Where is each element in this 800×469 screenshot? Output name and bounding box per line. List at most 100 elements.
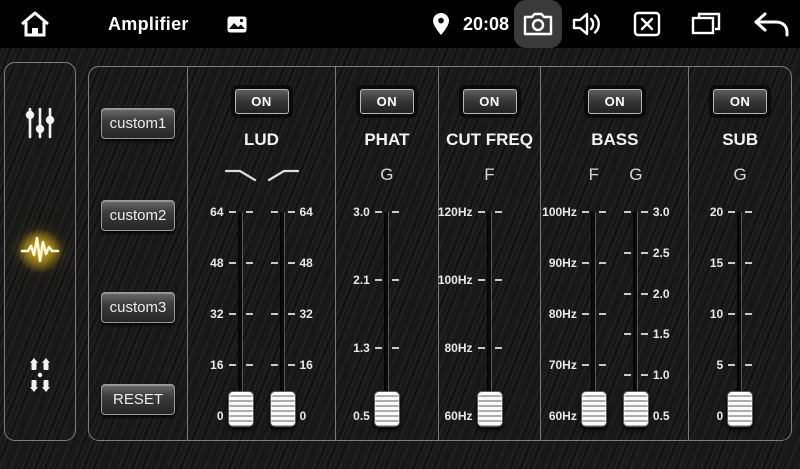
tick-mark <box>624 293 631 295</box>
phat-fader-1: 3.02.11.30.5 <box>366 205 408 438</box>
close-app-icon[interactable] <box>631 0 663 48</box>
tick-mark <box>288 364 295 366</box>
tick-mark <box>229 262 236 264</box>
tick-mark <box>641 333 648 335</box>
lud-fader-1-thumb[interactable] <box>228 391 254 427</box>
sidebar-item-speaker-setup[interactable] <box>18 355 62 399</box>
reset-button[interactable]: RESET <box>101 384 175 415</box>
tick-mark <box>375 211 382 213</box>
tick-mark <box>478 347 485 349</box>
lud-on-button[interactable]: ON <box>235 89 289 114</box>
home-icon[interactable] <box>16 0 54 48</box>
tick-mark <box>599 313 606 315</box>
lud-title: LUD <box>244 129 279 151</box>
tick-label: 15 <box>710 255 723 271</box>
tick-mark <box>582 313 589 315</box>
tick-mark <box>728 211 735 213</box>
tick-label: 80Hz <box>444 340 472 356</box>
tick-label: 3.0 <box>353 204 370 220</box>
lud-fader-2-thumb[interactable] <box>270 391 296 427</box>
tick-mark <box>246 211 253 213</box>
page-title: Amplifier <box>108 0 189 48</box>
bass-section: ONBASSFG100Hz90Hz80Hz70Hz60Hz3.02.52.01.… <box>540 67 688 440</box>
cut-freq-fader-1-thumb[interactable] <box>477 391 503 427</box>
cut-freq-on-button[interactable]: ON <box>463 89 517 114</box>
tick-mark <box>728 364 735 366</box>
lud-fader-1-track[interactable] <box>239 212 242 416</box>
tick-mark <box>641 293 648 295</box>
bass-fader-2-track[interactable] <box>634 212 637 416</box>
tick-mark <box>246 313 253 315</box>
tick-mark <box>641 252 648 254</box>
tick-mark <box>288 313 295 315</box>
tick-mark <box>392 211 399 213</box>
sub-sub-label: G <box>719 164 761 186</box>
bass-fader-1-track[interactable] <box>592 212 595 416</box>
lud-mid-row <box>220 164 304 186</box>
lud-fader-2-track[interactable] <box>281 212 284 416</box>
phat-mid-row: G <box>366 164 408 186</box>
bass-fader-2-thumb[interactable] <box>623 391 649 427</box>
lud-fader-1: 644832160 <box>220 205 262 438</box>
tick-label: 1.5 <box>653 326 670 342</box>
volume-icon[interactable] <box>570 0 604 48</box>
phat-faders: 3.02.11.30.5 <box>366 205 408 438</box>
lud-section: ONLUD644832160644832160 <box>187 67 335 440</box>
tick-label: 48 <box>300 255 313 271</box>
top-status-bar: Amplifier 20:08 <box>0 0 800 48</box>
tick-label: 3.0 <box>653 204 670 220</box>
cut-freq-mid-row: F <box>469 164 511 186</box>
tick-mark <box>392 347 399 349</box>
tick-label: 1.3 <box>353 340 370 356</box>
tick-mark <box>624 252 631 254</box>
tick-mark <box>246 364 253 366</box>
cut-freq-faders: 120Hz100Hz80Hz60Hz <box>469 205 511 438</box>
bass-fader-1-thumb[interactable] <box>581 391 607 427</box>
back-icon[interactable] <box>750 0 792 48</box>
custom3-button[interactable]: custom3 <box>101 292 175 323</box>
tick-label: 5 <box>716 357 723 373</box>
phat-fader-1-track[interactable] <box>385 212 388 416</box>
bass-mid-row: FG <box>573 164 657 186</box>
photo-icon[interactable] <box>226 0 248 48</box>
tick-mark <box>392 279 399 281</box>
sub-fader-1-thumb[interactable] <box>727 391 753 427</box>
tick-mark <box>246 262 253 264</box>
tick-mark <box>495 211 502 213</box>
phat-fader-1-thumb[interactable] <box>374 391 400 427</box>
camera-icon[interactable] <box>514 0 562 48</box>
phat-sub-label: G <box>366 164 408 186</box>
presets-column: custom1 custom2 custom3 RESET <box>89 67 187 440</box>
tick-mark <box>288 211 295 213</box>
equalizer-sliders-icon <box>22 105 58 146</box>
cut-freq-fader-1: 120Hz100Hz80Hz60Hz <box>469 205 511 438</box>
tick-mark <box>624 211 631 213</box>
tick-label: 60Hz <box>549 408 577 424</box>
sub-fader-1-track[interactable] <box>738 212 741 416</box>
tick-mark <box>288 262 295 264</box>
custom1-button[interactable]: custom1 <box>101 108 175 139</box>
tick-mark <box>582 262 589 264</box>
amplifier-panel: custom1 custom2 custom3 RESET ON LUD 64483216… <box>88 66 792 441</box>
cut-freq-fader-1-track[interactable] <box>488 212 491 416</box>
tick-label: 90Hz <box>549 255 577 271</box>
location-pin-icon[interactable] <box>432 0 450 48</box>
sub-on-button[interactable]: ON <box>713 89 767 114</box>
tick-label: 2.0 <box>653 286 670 302</box>
custom2-button[interactable]: custom2 <box>101 200 175 231</box>
tick-mark <box>271 313 278 315</box>
bass-on-button[interactable]: ON <box>588 89 642 114</box>
tick-mark <box>271 262 278 264</box>
tick-mark <box>271 211 278 213</box>
sidebar-item-sound-effect[interactable] <box>18 229 62 273</box>
tick-mark <box>582 211 589 213</box>
recent-apps-icon[interactable] <box>688 0 724 48</box>
cut-freq-sub-label: F <box>469 164 511 186</box>
sidebar-item-equalizer[interactable] <box>18 104 62 148</box>
tick-label: 48 <box>210 255 223 271</box>
phat-on-button[interactable]: ON <box>360 89 414 114</box>
tick-mark <box>745 313 752 315</box>
tick-label: 80Hz <box>549 306 577 322</box>
tick-mark <box>624 374 631 376</box>
sidebar <box>4 62 76 441</box>
